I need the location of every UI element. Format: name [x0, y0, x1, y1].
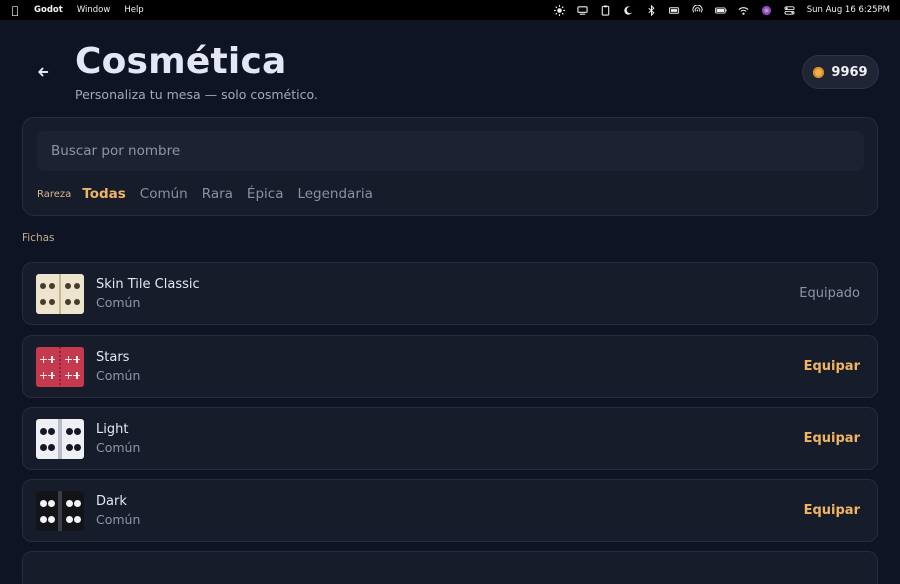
tile-preview-classic: [36, 274, 84, 314]
apple-menu-icon[interactable]: : [10, 4, 20, 17]
item-rarity: Común: [96, 440, 141, 455]
control-center-icon[interactable]: [784, 4, 796, 16]
filter-rara[interactable]: Rara: [202, 186, 233, 202]
item-name: Skin Tile Classic: [96, 277, 200, 292]
item-rarity: Común: [96, 368, 141, 383]
item-row-stars[interactable]: Stars Común Equipar: [22, 335, 878, 398]
section-title: Fichas: [22, 232, 55, 244]
tile-preview-stars: [36, 347, 84, 387]
coin-amount: 9969: [831, 64, 868, 80]
item-rarity: Común: [96, 295, 141, 310]
equipped-status[interactable]: Equipado: [799, 286, 860, 301]
siri-icon[interactable]: [761, 4, 773, 16]
menu-bar:  Godot Window Help Sun Aug 16 6:25PM: [0, 0, 900, 20]
menu-window[interactable]: Window: [77, 5, 111, 15]
brightness-icon[interactable]: [554, 4, 566, 16]
item-name: Dark: [96, 494, 127, 509]
filter-epica[interactable]: Épica: [247, 186, 284, 202]
wifi-icon[interactable]: [738, 4, 750, 16]
clock[interactable]: Sun Aug 16 6:25PM: [807, 5, 890, 15]
item-row-dark[interactable]: Dark Común Equipar: [22, 479, 878, 542]
filter-todas[interactable]: Todas: [82, 186, 126, 202]
item-name: Stars: [96, 350, 130, 365]
equip-button[interactable]: Equipar: [804, 359, 860, 374]
clipboard-icon[interactable]: [600, 4, 612, 16]
equip-button[interactable]: Equipar: [804, 431, 860, 446]
filter-legendaria[interactable]: Legendaria: [297, 186, 372, 202]
battery-icon[interactable]: [669, 4, 681, 16]
item-row-partial[interactable]: [22, 551, 878, 584]
item-row-light[interactable]: Light Común Equipar: [22, 407, 878, 470]
page-subtitle: Personaliza tu mesa — solo cosmético.: [75, 87, 318, 102]
search-input[interactable]: Buscar por nombre: [37, 131, 864, 171]
battery-full-icon[interactable]: [714, 4, 727, 16]
airplay-icon[interactable]: [692, 4, 704, 16]
app-menu[interactable]: Godot: [34, 5, 63, 15]
tile-preview-light: [36, 419, 84, 459]
item-name: Light: [96, 422, 129, 437]
rarity-filter-label: Rareza: [37, 188, 72, 200]
tile-preview-dark: [36, 491, 84, 531]
back-arrow-icon[interactable]: [34, 63, 52, 81]
coin-icon: [813, 66, 825, 78]
equip-button[interactable]: Equipar: [804, 503, 860, 518]
item-rarity: Común: [96, 512, 141, 527]
display-icon[interactable]: [577, 4, 589, 16]
filter-panel: Buscar por nombre Rareza Todas Común Rar…: [22, 117, 878, 216]
rarity-filter: Rareza Todas Común Rara Épica Legendaria: [37, 184, 387, 204]
bluetooth-icon[interactable]: [646, 4, 658, 16]
moon-icon[interactable]: [623, 4, 635, 16]
menu-help[interactable]: Help: [124, 5, 143, 15]
coin-balance: 9969: [802, 55, 879, 89]
page-title: Cosmética: [75, 41, 287, 82]
item-row-skin-tile-classic[interactable]: Skin Tile Classic Común Equipado: [22, 262, 878, 325]
filter-comun[interactable]: Común: [140, 186, 188, 202]
